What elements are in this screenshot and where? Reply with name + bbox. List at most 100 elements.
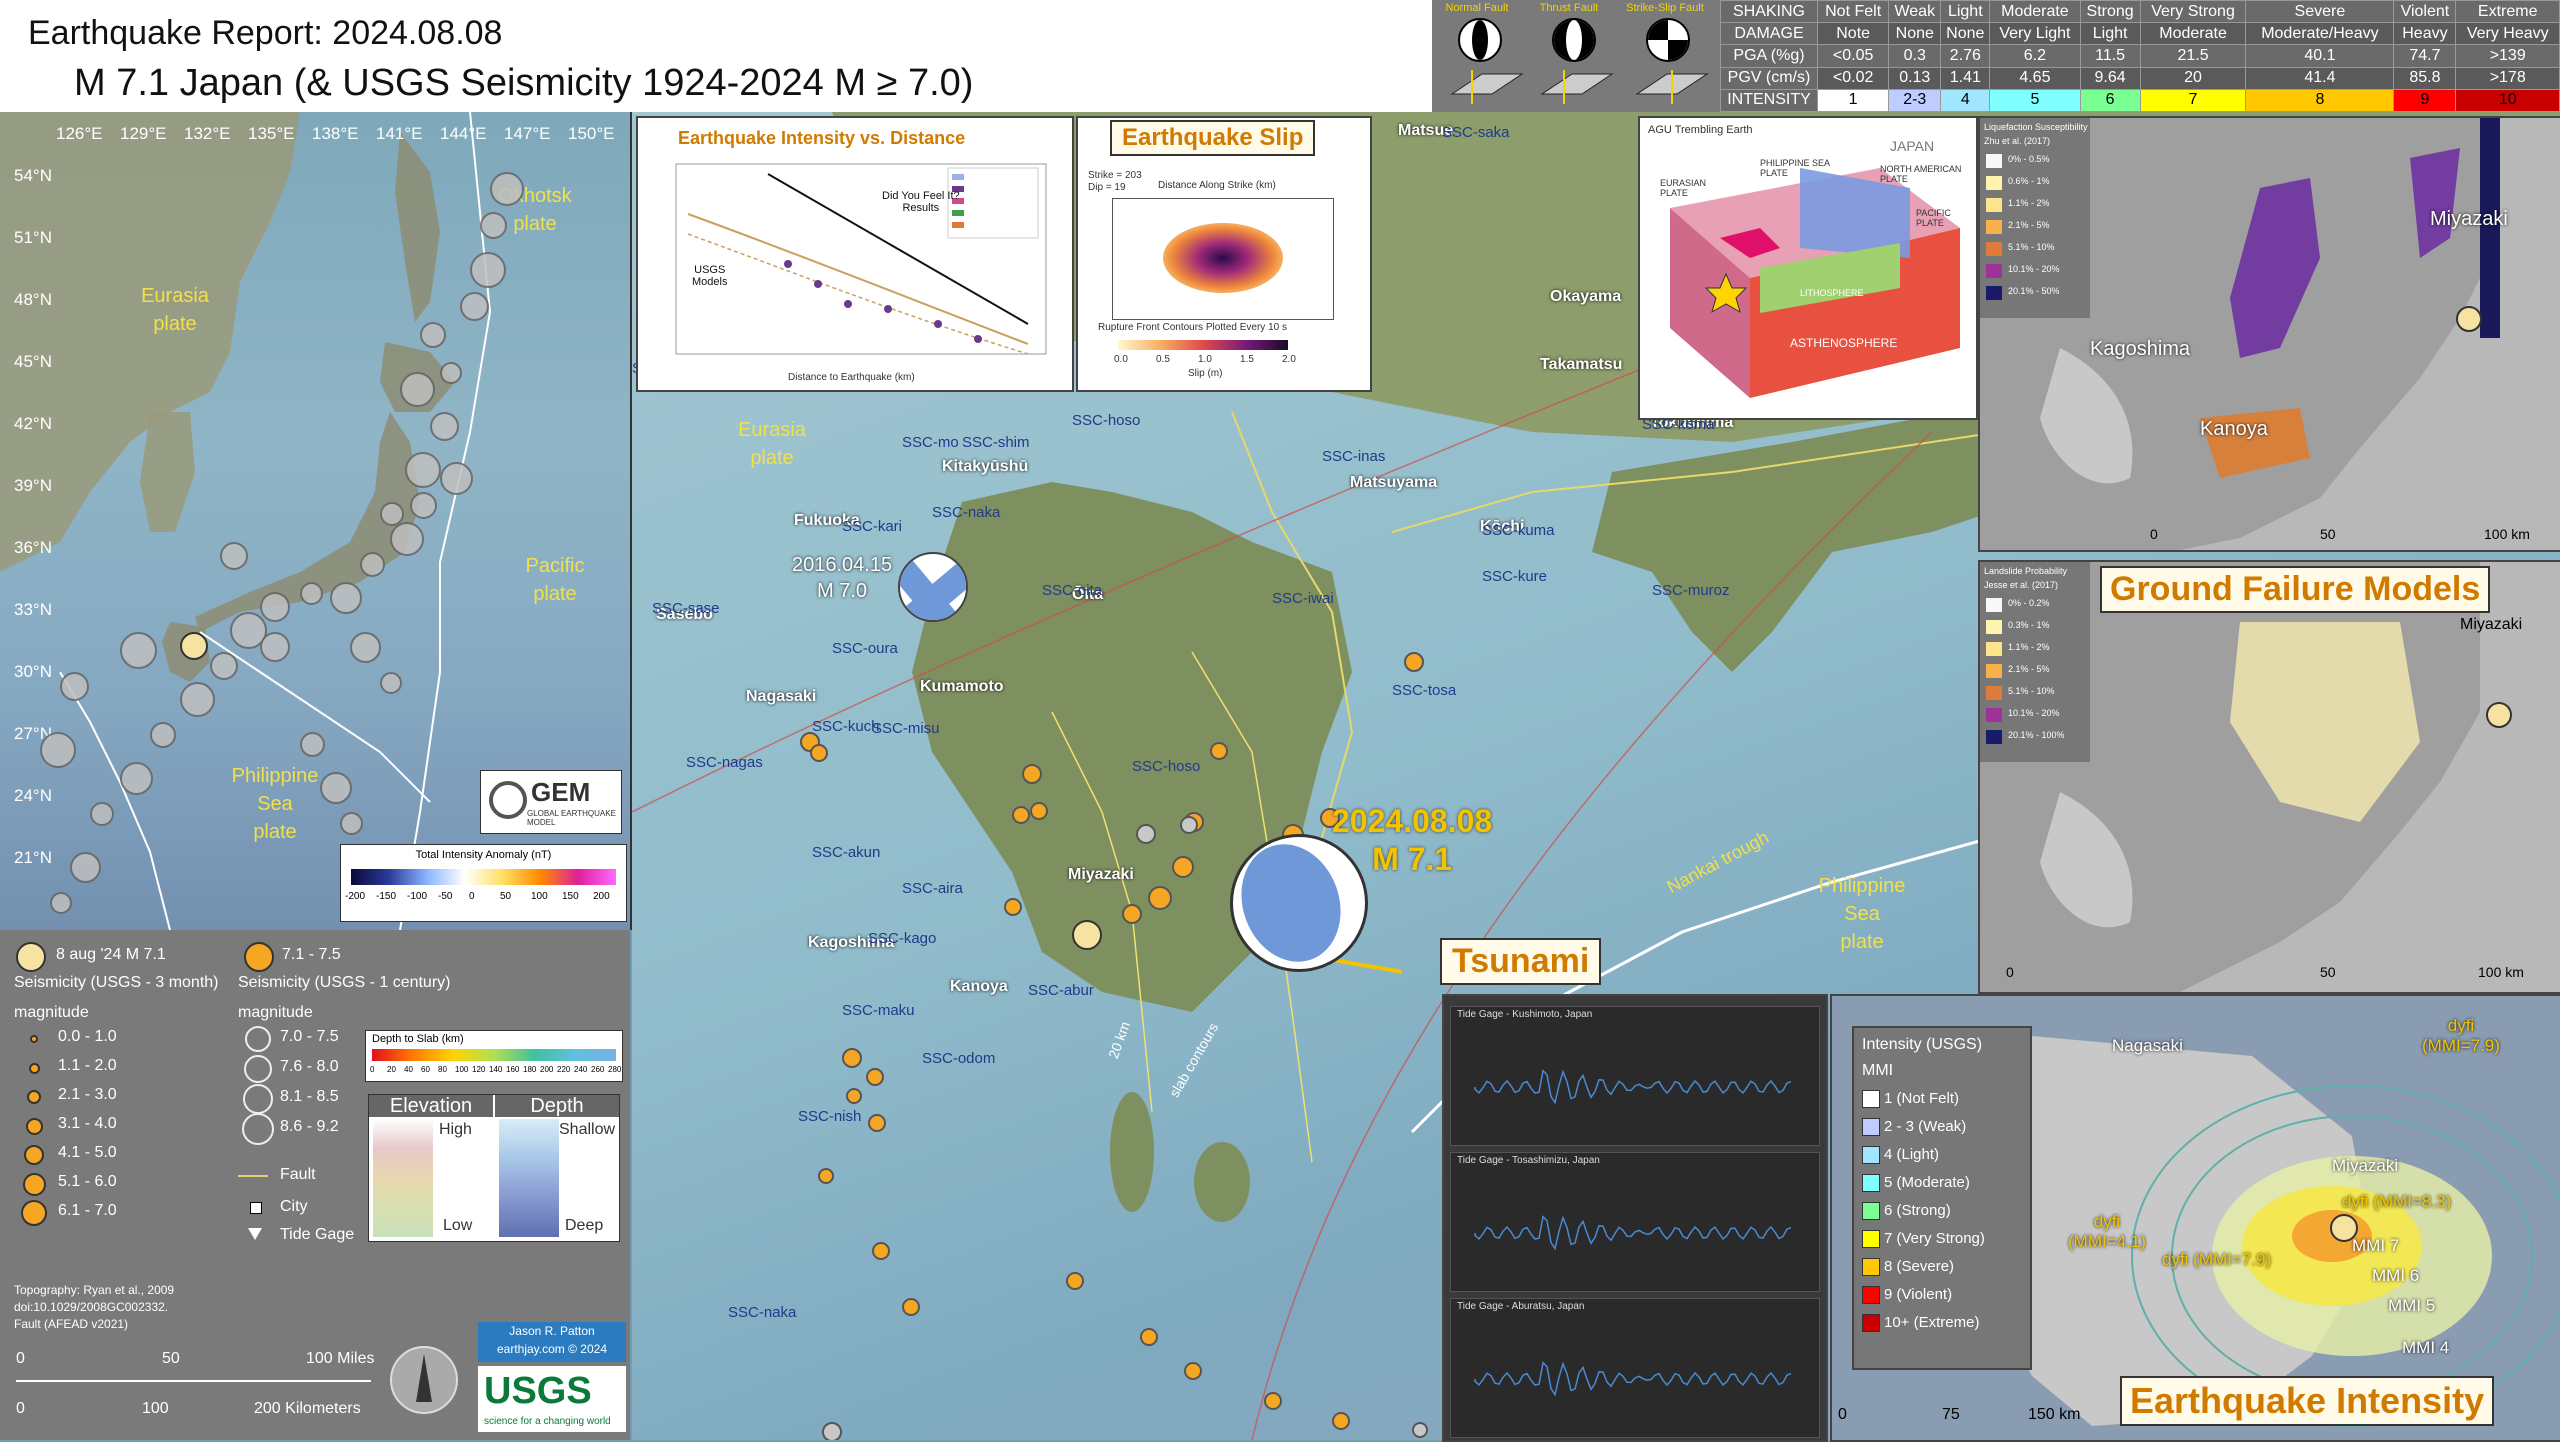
mag-3mo-marker: [21, 1200, 47, 1226]
ipd-title: Earthquake Intensity vs. Distance: [678, 128, 966, 148]
table-cell: Note: [1816, 22, 1890, 46]
seismicity-marker: [260, 592, 290, 622]
ls-swatch: [1986, 642, 2002, 656]
table-cell: Weak: [1888, 0, 1942, 24]
magnetic-tick: -200: [345, 891, 366, 902]
city-nagasaki: Nagasaki: [746, 688, 817, 705]
table-cell: <0.02: [1816, 66, 1890, 90]
ssc-label: SSC-iwai: [1272, 590, 1334, 607]
ls-scale-50: 50: [2320, 964, 2336, 980]
intensity-cell: 2-3: [1888, 88, 1942, 113]
tide-gauge-panel: Tide Gage - Aburatsu, Japan: [1450, 1298, 1820, 1438]
mag-label-century: magnitude: [238, 1004, 313, 1021]
credit-line: doi:10.1029/2008GC002332.: [14, 1300, 169, 1314]
seismicity-marker: [430, 412, 459, 441]
seismicity-marker: [40, 732, 76, 768]
agu-astheno-label: ASTHENOSPHERE: [1790, 336, 1898, 350]
big-mag-legend-label: 7.1 - 7.5: [282, 946, 341, 963]
intensity-map-label: Miyazaki: [2332, 1156, 2399, 1175]
strike-slip-beachball-icon: [1646, 18, 1690, 62]
landslide-legend: Landslide Probability Jesse et al. (2017…: [1980, 562, 2090, 762]
seismicity-marker: [1066, 1272, 1084, 1290]
liq-src: Zhu et al. (2017): [1984, 136, 2051, 146]
ssc-label: SSC-misu: [872, 720, 940, 737]
intensity-legend: Intensity (USGS) MMI 1 (Not Felt) 2 - 3 (…: [1852, 1026, 2032, 1370]
seismicity-marker: [460, 292, 489, 321]
table-cell: Moderate: [2139, 22, 2247, 46]
mag-3mo-label: 0.0 - 1.0: [58, 1028, 117, 1045]
gem-logo: GEM GLOBAL EARTHQUAKE MODEL: [480, 770, 622, 834]
fault-legend-label: Fault: [280, 1166, 316, 1183]
ssc-label: SSC-maku: [842, 1002, 915, 1019]
mmi-class-label: 6 (Strong): [1884, 1202, 1951, 1219]
intensity-map-inset: Intensity (USGS) MMI 1 (Not Felt) 2 - 3 (…: [1830, 994, 2560, 1442]
magnetic-tick: 0: [469, 891, 475, 902]
magnetic-ramp: [351, 869, 616, 885]
slab-tick: 40: [404, 1065, 413, 1074]
slab-tick: 120: [472, 1065, 486, 1074]
seismicity-marker: [70, 852, 101, 883]
intensity-event-marker: [2330, 1214, 2358, 1242]
table-cell: Extreme: [2455, 0, 2560, 24]
mag-century-marker: [245, 1026, 271, 1052]
ground-failure-title: Ground Failure Models: [2100, 566, 2491, 613]
table-cell: Strong: [2079, 0, 2141, 24]
liq-swatch: [1986, 220, 2002, 234]
intensity-cell: 5: [1989, 88, 2081, 113]
lat-tick: 30°N: [14, 662, 52, 681]
table-cell: 2.76: [1940, 44, 1991, 68]
slip-cb-tick: 2.0: [1282, 354, 1296, 365]
credits: Topography: Ryan et al., 2009 doi:10.102…: [14, 1282, 174, 1333]
ls-swatch: [1986, 598, 2002, 612]
slab-tick: 20: [387, 1065, 396, 1074]
ssc-label: SSC-nish: [798, 1108, 862, 1125]
table-cell: Very Strong: [2139, 0, 2247, 24]
intensity-map-label: MMI 6: [2372, 1266, 2420, 1285]
table-cell: 0.3: [1888, 44, 1942, 68]
seismicity-marker: [405, 452, 441, 488]
intensity-map-label: dyfi (MMI=7.9): [2162, 1250, 2272, 1269]
lat-tick: 21°N: [14, 848, 52, 867]
shaking-intensity-table: SHAKING Not Felt Weak Light Moderate Strong Ve…: [1720, 0, 2560, 113]
city-okayama: Okayama: [1550, 288, 1622, 305]
table-cell: 74.7: [2393, 44, 2457, 68]
report-title: Earthquake Report: 2024.08.08: [28, 14, 503, 52]
seismicity-marker: [340, 812, 363, 835]
seismicity-marker: [1172, 856, 1194, 878]
slab-tick: 260: [591, 1065, 605, 1074]
tide-gauge-waveform: [1474, 1361, 1792, 1397]
slip-cb-tick: 0.5: [1156, 354, 1170, 365]
table-cell: Violent: [2393, 0, 2457, 24]
mag-century-marker: [242, 1113, 274, 1145]
seis-century-title: Seismicity (USGS - 1 century): [238, 974, 451, 991]
city-legend-label: City: [280, 1198, 308, 1215]
seismicity-marker: [380, 502, 404, 526]
table-cell: 6.2: [1989, 44, 2081, 68]
table-cell: >139: [2455, 44, 2560, 68]
tide-gauge-title: Tide Gage - Aburatsu, Japan: [1457, 1301, 1585, 1312]
event-epicenter-marker: [1072, 920, 1102, 950]
mmi-swatch: [1862, 1118, 1880, 1136]
seismicity-marker: [1210, 742, 1228, 760]
seismicity-marker: [90, 802, 114, 826]
seismicity-marker: [866, 1068, 884, 1086]
liquefaction-legend: Liquefaction Susceptibility Zhu et al. (…: [1980, 118, 2090, 318]
magnetic-tick: 200: [593, 891, 610, 902]
tide-gauge-panel: Tide Gage - Tosashimizu, Japan: [1450, 1152, 1820, 1292]
slab-depth-colorbar: Depth to Slab (km) 0 20 40 60 80 100 120 140 160…: [365, 1030, 623, 1082]
event-marker-regional: [180, 632, 208, 660]
slab-tick: 0: [370, 1065, 375, 1074]
mmi-class-label: 5 (Moderate): [1884, 1174, 1970, 1191]
seismicity-marker: [180, 682, 215, 717]
event-date: 2024.08.08: [1332, 803, 1493, 839]
lon-tick: 135°E: [248, 124, 295, 143]
mag-3mo-marker: [28, 1062, 40, 1074]
eurasia-plate-label: Eurasia plate: [738, 419, 806, 469]
thrust-beachball-icon: [1552, 18, 1596, 62]
seismicity-marker: [360, 552, 385, 577]
regional-map: 126°E 129°E 132°E 135°E 138°E 141°E 144°E 147°E…: [0, 112, 632, 930]
seismicity-marker: [260, 632, 290, 662]
seismicity-marker: [1404, 652, 1424, 672]
table-cell: Not Felt: [1816, 0, 1890, 24]
agu-tectonic-inset: AGU Trembling Earth JAPAN PHILIPPINE SEA…: [1638, 116, 1978, 420]
